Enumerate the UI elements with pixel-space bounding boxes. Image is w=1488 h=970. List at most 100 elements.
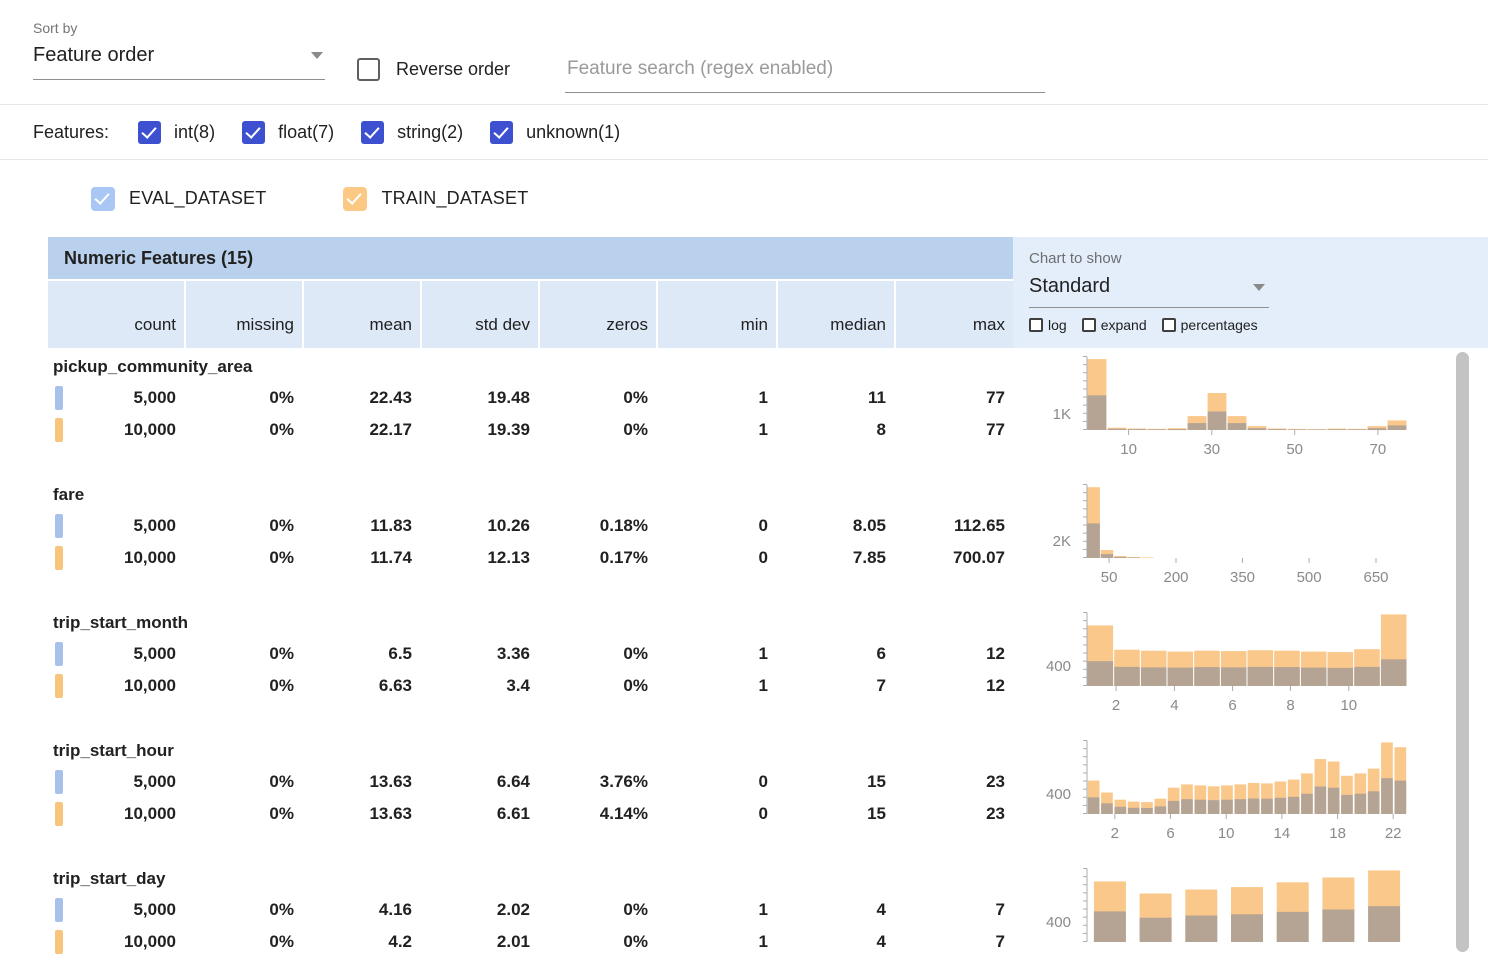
histogram-svg[interactable]: 2610141822	[1075, 740, 1411, 842]
svg-text:6: 6	[1228, 697, 1236, 714]
toggle-expand[interactable]: expand	[1082, 317, 1147, 333]
feature-type-label: float(7)	[278, 122, 334, 143]
stat-mean: 13.63	[302, 772, 420, 792]
column-header-std-dev: std dev	[420, 281, 538, 348]
stat-median: 8.05	[776, 516, 894, 536]
stat-max: 77	[894, 420, 1013, 440]
feature-name: trip_start_day	[48, 866, 1013, 894]
stat-median: 6	[776, 644, 894, 664]
stat-zeros: 0%	[538, 676, 656, 696]
stat-zeros: 0.18%	[538, 516, 656, 536]
toggle-percentages[interactable]: percentages	[1162, 317, 1258, 333]
svg-text:2: 2	[1112, 697, 1120, 714]
feature-type-filter-1[interactable]: float(7)	[242, 121, 334, 144]
feature-histogram[interactable]: 400	[1013, 866, 1473, 958]
checkbox-icon[interactable]	[1029, 318, 1043, 332]
stat-missing: 0%	[184, 772, 302, 792]
svg-text:50: 50	[1286, 441, 1303, 458]
y-axis-label: 400	[1013, 658, 1071, 675]
svg-text:6: 6	[1166, 825, 1174, 842]
stat-missing: 0%	[184, 676, 302, 696]
checkbox-checked-icon[interactable]	[343, 187, 367, 211]
feature-type-label: unknown(1)	[526, 122, 620, 143]
stat-std-dev: 12.13	[420, 548, 538, 568]
toggle-label: log	[1048, 317, 1067, 333]
checkbox-checked-icon[interactable]	[242, 121, 265, 144]
stat-zeros: 0%	[538, 932, 656, 952]
stat-missing: 0%	[184, 900, 302, 920]
table-title: Numeric Features (15)	[48, 237, 1013, 279]
stat-min: 1	[656, 900, 776, 920]
column-header-max: max	[894, 281, 1013, 348]
eval-stats-row: 5,0000%13.636.643.76%01523	[48, 766, 1013, 798]
histogram-svg[interactable]: 50200350500650	[1075, 484, 1411, 586]
stat-min: 0	[656, 804, 776, 824]
feature-type-filter-3[interactable]: unknown(1)	[490, 121, 620, 144]
toggle-log[interactable]: log	[1029, 317, 1067, 333]
stat-zeros: 3.76%	[538, 772, 656, 792]
feature-type-filter-0[interactable]: int(8)	[138, 121, 215, 144]
column-header-mean: mean	[302, 281, 420, 348]
chart-type-select[interactable]: Standard	[1029, 275, 1269, 308]
histogram-svg[interactable]	[1075, 868, 1411, 970]
stat-std-dev: 2.02	[420, 900, 538, 920]
stat-min: 0	[656, 516, 776, 536]
dataset-toggle-train_dataset[interactable]: TRAIN_DATASET	[343, 187, 528, 211]
stat-min: 1	[656, 388, 776, 408]
feature-histogram[interactable]: 2K50200350500650	[1013, 482, 1473, 574]
eval-dataset-marker	[55, 898, 63, 922]
stat-count: 10,000	[48, 548, 184, 568]
feature-histogram[interactable]: 4002610141822	[1013, 738, 1473, 830]
checkbox-icon[interactable]	[1162, 318, 1176, 332]
eval-dataset-marker	[55, 770, 63, 794]
reverse-order-control[interactable]: Reverse order	[357, 58, 510, 81]
checkbox-icon[interactable]	[1082, 318, 1096, 332]
table-header: Numeric Features (15) countmissingmeanst…	[48, 237, 1488, 348]
train-stats-row: 10,0000%13.636.614.14%01523	[48, 798, 1013, 830]
dataset-toggle-row: EVAL_DATASET TRAIN_DATASET	[0, 160, 1488, 237]
reverse-order-checkbox[interactable]	[357, 58, 380, 81]
stat-std-dev: 3.4	[420, 676, 538, 696]
eval-stats-row: 5,0000%6.53.360%1612	[48, 638, 1013, 670]
checkbox-checked-icon[interactable]	[91, 187, 115, 211]
feature-histogram[interactable]: 1K10305070	[1013, 354, 1473, 446]
stat-missing: 0%	[184, 804, 302, 824]
svg-text:10: 10	[1340, 697, 1357, 714]
stat-count: 10,000	[48, 804, 184, 824]
feature-histogram[interactable]: 400246810	[1013, 610, 1473, 702]
checkbox-checked-icon[interactable]	[490, 121, 513, 144]
stat-zeros: 0.17%	[538, 548, 656, 568]
svg-text:50: 50	[1101, 569, 1118, 586]
scrollbar-thumb[interactable]	[1456, 352, 1469, 952]
column-header-median: median	[776, 281, 894, 348]
dataset-toggle-eval_dataset[interactable]: EVAL_DATASET	[91, 187, 266, 211]
stat-std-dev: 10.26	[420, 516, 538, 536]
eval-stats-row: 5,0000%22.4319.480%11177	[48, 382, 1013, 414]
eval-dataset-marker	[55, 514, 63, 538]
stat-count: 5,000	[48, 388, 184, 408]
stat-zeros: 0%	[538, 900, 656, 920]
stat-zeros: 4.14%	[538, 804, 656, 824]
feature-row-pickup_community_area: pickup_community_area5,0000%22.4319.480%…	[48, 354, 1488, 446]
histogram-svg[interactable]: 246810	[1075, 612, 1411, 714]
stat-missing: 0%	[184, 644, 302, 664]
svg-text:350: 350	[1230, 569, 1255, 586]
chart-type-value: Standard	[1029, 275, 1110, 297]
stat-count: 5,000	[48, 900, 184, 920]
sort-by-select[interactable]: Feature order	[33, 42, 325, 80]
checkbox-checked-icon[interactable]	[361, 121, 384, 144]
feature-type-filter-2[interactable]: string(2)	[361, 121, 463, 144]
checkbox-checked-icon[interactable]	[138, 121, 161, 144]
train-dataset-marker	[55, 418, 63, 442]
svg-text:2: 2	[1111, 825, 1119, 842]
histogram-svg[interactable]: 10305070	[1075, 356, 1411, 458]
stat-missing: 0%	[184, 388, 302, 408]
stat-count: 10,000	[48, 420, 184, 440]
feature-row-trip_start_hour: trip_start_hour5,0000%13.636.643.76%0152…	[48, 738, 1488, 830]
train-dataset-marker	[55, 802, 63, 826]
feature-search-input[interactable]	[565, 50, 1045, 93]
stat-max: 12	[894, 676, 1013, 696]
stat-mean: 11.74	[302, 548, 420, 568]
toggle-label: expand	[1101, 317, 1147, 333]
stat-median: 4	[776, 932, 894, 952]
